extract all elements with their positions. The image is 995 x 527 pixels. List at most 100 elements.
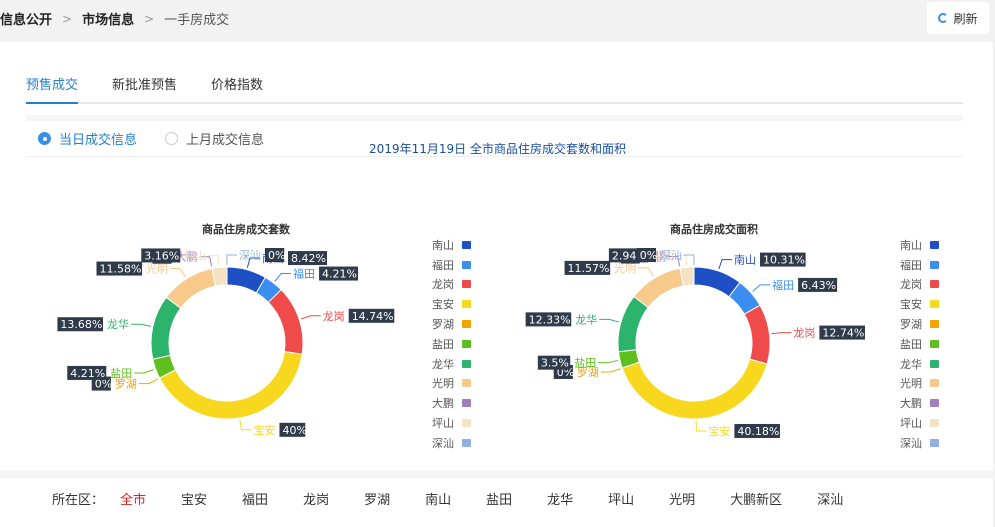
label-line	[239, 419, 252, 431]
pie-slice-龙华[interactable]	[617, 295, 649, 353]
legend-item[interactable]: 坪山	[432, 413, 492, 433]
legend-item[interactable]: 龙华	[900, 354, 960, 374]
legend-label: 南山	[900, 238, 922, 252]
legend-swatch	[930, 399, 939, 408]
legend-swatch	[462, 240, 471, 249]
slice-name-label: 龙岗	[323, 310, 345, 323]
district-option[interactable]: 盐田	[486, 489, 512, 508]
legend-item[interactable]: 宝安	[432, 294, 492, 314]
district-option[interactable]: 罗湖	[364, 489, 390, 508]
legend-item[interactable]: 罗湖	[900, 314, 960, 334]
slice-name-label: 龙岗	[793, 327, 815, 340]
legend-swatch	[930, 320, 939, 329]
legend-swatch	[462, 379, 471, 388]
slice-label-盐田: 盐田 3.5%	[537, 355, 619, 370]
legend-item[interactable]: 福田	[900, 255, 960, 275]
slice-label-龙岗: 龙岗 14.74%	[301, 308, 395, 323]
slice-label-龙华: 龙华 12.33%	[525, 312, 619, 327]
slice-name-label: 深汕	[660, 249, 682, 262]
value-label: 0%	[268, 249, 285, 262]
legend-swatch	[462, 260, 471, 269]
label-line	[599, 318, 619, 323]
value-label: 8.42%	[291, 252, 326, 265]
district-option[interactable]: 龙岗	[303, 489, 329, 508]
district-option[interactable]: 宝安	[181, 489, 207, 508]
slice-name-label: 深汕	[239, 249, 261, 262]
district-option[interactable]: 龙华	[547, 489, 573, 508]
legend-item[interactable]: 福田	[432, 255, 492, 275]
label-line	[598, 359, 619, 364]
value-label: 40.18%	[737, 425, 779, 438]
value-label: 0%	[640, 249, 657, 262]
legend-item[interactable]: 南山	[900, 235, 960, 255]
legend-item[interactable]: 盐田	[900, 334, 960, 354]
pie-slice-光明[interactable]	[633, 267, 684, 309]
pie-charts: 南山 8.42% 福田 4.21% 龙岗 14.74% 宝安 40% 罗湖 0% 盐田 4.21% 龙华…	[57, 248, 865, 438]
value-label: 14.74%	[352, 310, 394, 323]
legend-label: 坪山	[432, 417, 454, 431]
legend-item[interactable]: 大鹏	[900, 393, 960, 413]
legend-label: 深汕	[432, 436, 454, 450]
legend-item[interactable]: 光明	[900, 374, 960, 394]
slice-name-label: 龙华	[107, 317, 129, 331]
slice-name-label: 盐田	[110, 367, 132, 380]
legend-label: 龙华	[432, 357, 454, 371]
legend-swatch	[930, 438, 939, 447]
legend-label: 盐田	[432, 337, 454, 351]
label-line	[134, 369, 154, 374]
slice-label-盐田: 盐田 4.21%	[67, 365, 154, 380]
legend-item[interactable]: 坪山	[900, 413, 960, 433]
district-option[interactable]: 深汕	[817, 489, 843, 508]
district-option[interactable]: 大鹏新区	[730, 489, 782, 508]
legend-item[interactable]: 龙岗	[432, 275, 492, 295]
label-line	[638, 267, 654, 277]
legend-swatch	[930, 280, 939, 289]
label-line	[600, 368, 621, 373]
legend-swatch	[462, 300, 471, 309]
value-label: 6.43%	[801, 279, 836, 292]
legend-label: 龙岗	[900, 278, 922, 292]
district-option[interactable]: 南山	[425, 489, 451, 508]
slice-label-龙华: 龙华 13.68%	[57, 317, 151, 332]
legend-swatch	[930, 260, 939, 269]
value-label: 13.68%	[60, 318, 102, 331]
slice-label-龙岗: 龙岗 12.74%	[771, 325, 865, 340]
legend-label: 福田	[432, 258, 454, 272]
legend-swatch	[930, 240, 939, 249]
pie-slice-龙岗[interactable]	[267, 288, 304, 355]
legend-item[interactable]: 盐田	[432, 334, 492, 354]
district-option[interactable]: 光明	[669, 489, 695, 508]
legend-item[interactable]: 宝安	[900, 294, 960, 314]
district-option[interactable]: 全市	[120, 489, 146, 508]
legend-item[interactable]: 大鹏	[432, 393, 492, 413]
legend-item[interactable]: 罗湖	[432, 314, 492, 334]
pie-slice-宝安[interactable]	[621, 358, 768, 420]
pie-slice-宝安[interactable]	[158, 351, 303, 420]
slice-label-南山: 南山 10.31%	[718, 252, 806, 270]
district-option[interactable]: 福田	[242, 489, 268, 508]
legend-item[interactable]: 龙华	[432, 354, 492, 374]
legend-item[interactable]: 深汕	[432, 433, 492, 453]
pie-slice-龙岗[interactable]	[743, 304, 771, 365]
slice-name-label: 龙华	[575, 312, 597, 326]
value-label: 3.5%	[541, 357, 569, 370]
legend-swatch	[462, 419, 471, 428]
legend-item[interactable]: 深汕	[900, 433, 960, 453]
legend-item[interactable]: 南山	[432, 235, 492, 255]
district-filter-label: 所在区：	[52, 493, 105, 508]
label-line	[138, 378, 159, 385]
legend-label: 福田	[900, 258, 922, 272]
legend-swatch	[462, 359, 471, 368]
legend-swatch	[462, 438, 471, 447]
legend-label: 罗湖	[900, 318, 922, 332]
legend-item[interactable]: 光明	[432, 374, 492, 394]
label-line	[170, 268, 186, 278]
legend-swatch	[930, 339, 939, 348]
legend-swatch	[462, 399, 471, 408]
pie-slice-龙华[interactable]	[150, 296, 182, 360]
pie-slice-光明[interactable]	[165, 267, 217, 309]
legend-item[interactable]: 龙岗	[900, 275, 960, 295]
slice-name-label: 坪山	[184, 249, 206, 262]
value-label: 12.33%	[529, 313, 571, 326]
district-option[interactable]: 坪山	[608, 489, 634, 508]
